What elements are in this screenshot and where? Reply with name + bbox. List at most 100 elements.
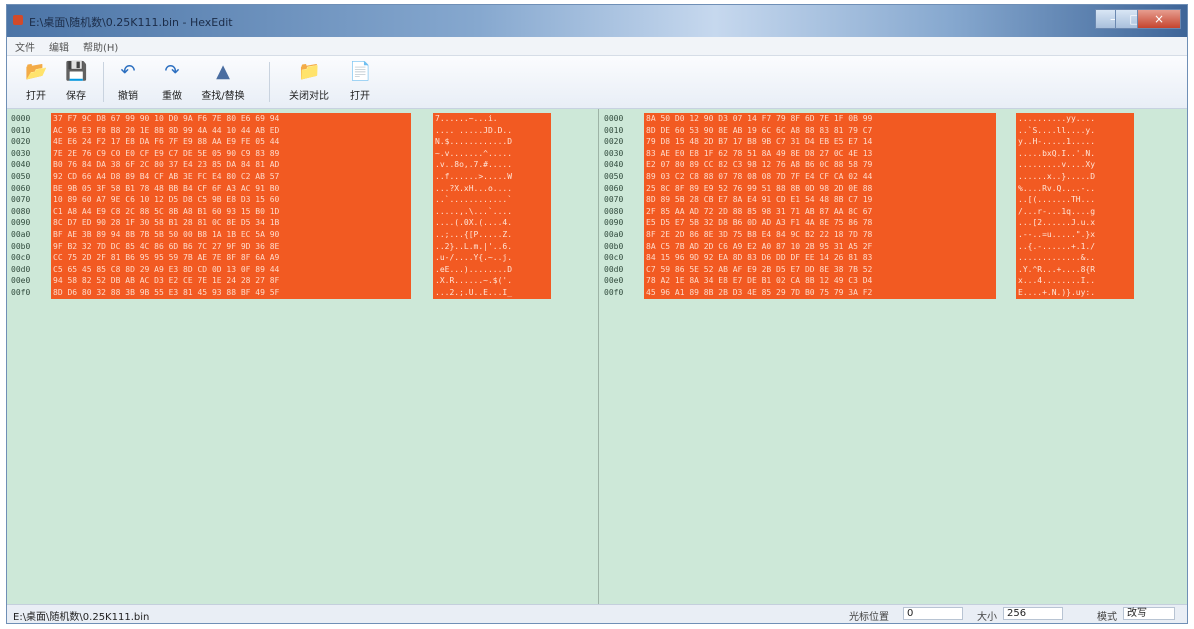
row-hex-bytes[interactable]: 79 D8 15 48 2D B7 17 B8 9B C7 31 D4 EB E… xyxy=(644,136,996,148)
row-address: 0060 xyxy=(11,183,31,193)
row-ascii[interactable]: ..f......>.....W xyxy=(433,170,551,183)
row-address: 00e0 xyxy=(11,276,31,286)
close-button[interactable]: × xyxy=(1137,9,1181,29)
toolbar-separator xyxy=(269,62,270,102)
row-hex-bytes[interactable]: 92 CD 66 A4 D8 89 B4 CF AB 3E FC E4 80 C… xyxy=(51,170,411,183)
close-compare-icon: 📁 xyxy=(298,61,321,82)
save-button[interactable]: 💾 保存 xyxy=(59,60,93,104)
row-hex-bytes[interactable]: AC 96 E3 F8 B8 20 1E 8B 8D 99 4A 44 10 4… xyxy=(51,124,411,137)
menu-help[interactable]: 帮助(H) xyxy=(83,39,118,54)
row-hex-bytes[interactable]: 37 F7 9C D8 67 99 90 10 D0 9A F6 7E 80 E… xyxy=(51,113,411,125)
row-hex-bytes[interactable]: 45 96 A1 89 8B 2B D3 4E 85 29 7D B0 75 7… xyxy=(644,286,996,299)
row-hex-bytes[interactable]: C5 65 45 85 C8 8D 29 A9 E3 8D CD 0D 13 0… xyxy=(51,263,411,276)
row-address: 0030 xyxy=(11,148,31,158)
row-ascii[interactable]: ...2.;.U..E...I_ xyxy=(433,286,551,299)
row-hex-bytes[interactable]: 8C D7 ED 90 28 1F 30 58 B1 28 81 0C 8E D… xyxy=(51,217,411,229)
row-ascii[interactable]: .u-/....Y{.~..j. xyxy=(433,252,551,264)
row-ascii[interactable]: ...?X.xH...o.... xyxy=(433,182,551,195)
open-compare-button[interactable]: 📄 打开 xyxy=(343,60,377,104)
row-ascii[interactable]: .............&.. xyxy=(1016,252,1134,264)
row-ascii[interactable]: ..`S....ll....y. xyxy=(1016,124,1134,137)
row-ascii[interactable]: ...[2......J.u.x xyxy=(1016,217,1134,229)
row-hex-bytes[interactable]: BF AE 3B 89 94 8B 7B 5B 50 00 B8 1A 1B E… xyxy=(51,228,411,241)
row-ascii[interactable]: .... .....JD.D.. xyxy=(433,124,551,137)
row-address: 0090 xyxy=(604,218,624,228)
row-ascii[interactable]: 7......~...i. xyxy=(433,113,551,125)
toolbar: 📂 打开 💾 保存 ↶ 撤销 ↷ 重做 ▲ 查找/替换 📁 关闭对比 📄 打开 xyxy=(7,56,1187,109)
menu-file[interactable]: 文件 xyxy=(15,39,35,54)
row-address: 00a0 xyxy=(604,229,624,239)
row-hex-bytes[interactable]: C7 59 86 5E 52 AB AF E9 2B D5 E7 DD 8E 3… xyxy=(644,263,996,276)
row-hex-bytes[interactable]: 89 03 C2 C8 88 07 78 08 08 7D 7F E4 CF C… xyxy=(644,170,996,183)
row-hex-bytes[interactable]: 8D D6 80 32 88 3B 9B 55 E3 81 45 93 88 B… xyxy=(51,286,411,299)
toolbar-separator xyxy=(103,62,104,102)
row-ascii[interactable]: .........v....Xy xyxy=(1016,159,1134,171)
row-ascii[interactable]: ..........yy.... xyxy=(1016,113,1134,125)
row-hex-bytes[interactable]: 94 58 82 52 DB AB AC D3 E2 CE 7E 1E 24 2… xyxy=(51,275,411,287)
row-ascii[interactable]: .v..8o,.7.#..... xyxy=(433,159,551,171)
row-hex-bytes[interactable]: 2F 85 AA AD 72 2D 88 85 98 31 71 AB 87 A… xyxy=(644,205,996,218)
row-hex-bytes[interactable]: 8D 89 5B 28 CB E7 8A E4 91 CD E1 54 48 8… xyxy=(644,194,996,206)
row-address: 0080 xyxy=(604,206,624,216)
row-ascii[interactable]: ....(.0X.(....4. xyxy=(433,217,551,229)
row-hex-bytes[interactable]: 25 8C 8F 89 E9 52 76 99 51 88 8B 0D 98 2… xyxy=(644,182,996,195)
row-ascii[interactable]: .....,.\...`.... xyxy=(433,205,551,218)
row-hex-bytes[interactable]: BE 9B 05 3F 58 B1 78 48 BB B4 CF 6F A3 A… xyxy=(51,182,411,195)
row-ascii[interactable]: E....+.N.)}.uy:. xyxy=(1016,286,1134,299)
title-bar[interactable]: E:\桌面\随机数\0.25K111.bin - HexEdit – □ × xyxy=(7,5,1187,37)
row-ascii[interactable]: .--..=u.....".}x xyxy=(1016,228,1134,241)
row-ascii[interactable]: ..[(.......TH... xyxy=(1016,194,1134,206)
row-address: 00b0 xyxy=(604,241,624,251)
row-ascii[interactable]: ..;...{[P.....Z. xyxy=(433,228,551,241)
undo-icon: ↶ xyxy=(120,61,136,82)
row-ascii[interactable]: .....bxQ.I..'.N. xyxy=(1016,147,1134,160)
row-ascii[interactable]: ......x..}.....D xyxy=(1016,170,1134,183)
row-ascii[interactable]: /...r-...1q....g xyxy=(1016,205,1134,218)
left-hex-pane[interactable]: 0000 37 F7 9C D8 67 99 90 10 D0 9A F6 7E … xyxy=(7,109,599,605)
row-ascii[interactable]: ..{.-......+.1./ xyxy=(1016,240,1134,253)
row-ascii[interactable]: %....Rv.Q....-.. xyxy=(1016,182,1134,195)
row-address: 0010 xyxy=(604,125,624,135)
row-hex-bytes[interactable]: E5 D5 E7 5B 32 D8 B6 0D AD A3 F1 4A 8E 7… xyxy=(644,217,996,229)
row-address: 0070 xyxy=(604,195,624,205)
undo-button[interactable]: ↶ 撤销 xyxy=(111,60,145,104)
row-hex-bytes[interactable]: 8F 2E 2D 86 8E 3D 75 B8 E4 84 9C B2 22 1… xyxy=(644,228,996,241)
save-icon: 💾 xyxy=(65,61,88,82)
row-hex-bytes[interactable]: 84 15 96 9D 92 EA 8D 83 D6 DD DF EE 14 2… xyxy=(644,252,996,264)
row-ascii[interactable]: .Y.^R...+....8{R xyxy=(1016,263,1134,276)
save-label: 保存 xyxy=(66,91,86,102)
row-ascii[interactable]: .eE...)........D xyxy=(433,263,551,276)
row-ascii[interactable]: ..2}..L.m.|'..6. xyxy=(433,240,551,253)
row-ascii[interactable]: .X.R......~.$('. xyxy=(433,275,551,287)
row-hex-bytes[interactable]: 4E E6 24 F2 17 E8 DA F6 7F E9 88 AA E9 F… xyxy=(51,136,411,148)
right-hex-pane[interactable]: 0000 8A 50 D0 12 90 D3 07 14 F7 79 8F 6D … xyxy=(600,109,1187,605)
row-ascii[interactable]: y..H-.....1..... xyxy=(1016,136,1134,148)
find-replace-icon: ▲ xyxy=(216,61,230,82)
row-ascii[interactable]: x...4........I.. xyxy=(1016,275,1134,287)
row-hex-bytes[interactable]: E2 07 80 89 CC 82 C3 98 12 76 A8 B6 0C 8… xyxy=(644,159,996,171)
row-hex-bytes[interactable]: 9F B2 32 7D DC 85 4C 86 6D B6 7C 27 9F 9… xyxy=(51,240,411,253)
row-hex-bytes[interactable]: 78 A2 1E 8A 34 E8 E7 DE B1 02 CA 8B 12 4… xyxy=(644,275,996,287)
row-hex-bytes[interactable]: CC 75 2D 2F 81 B6 95 95 59 7B AE 7E 8F 8… xyxy=(51,252,411,264)
menu-edit[interactable]: 编辑 xyxy=(49,39,69,54)
row-hex-bytes[interactable]: 8A 50 D0 12 90 D3 07 14 F7 79 8F 6D 7E 1… xyxy=(644,113,996,125)
row-address: 0010 xyxy=(11,125,31,135)
row-hex-bytes[interactable]: B0 76 84 DA 38 6F 2C 80 37 E4 23 85 DA 8… xyxy=(51,159,411,171)
row-address: 0050 xyxy=(604,171,624,181)
row-hex-bytes[interactable]: 8D DE 60 53 90 8E AB 19 6C 6C A8 88 83 8… xyxy=(644,124,996,137)
row-hex-bytes[interactable]: 8A C5 7B AD 2D C6 A9 E2 A0 87 10 2B 95 3… xyxy=(644,240,996,253)
find-replace-button[interactable]: ▲ 查找/替换 xyxy=(197,60,249,104)
close-compare-button[interactable]: 📁 关闭对比 xyxy=(283,60,335,104)
row-ascii[interactable]: ~.v.......^..... xyxy=(433,147,551,160)
row-hex-bytes[interactable]: 10 89 60 A7 9E C6 10 12 D5 D8 C5 9B E8 D… xyxy=(51,194,411,206)
row-ascii[interactable]: N.$............D xyxy=(433,136,551,148)
row-address: 0040 xyxy=(11,160,31,170)
row-ascii[interactable]: ..`............` xyxy=(433,194,551,206)
row-address: 0050 xyxy=(11,171,31,181)
row-address: 00d0 xyxy=(604,264,624,274)
row-hex-bytes[interactable]: C1 A8 A4 E9 C8 2C 88 5C 8B A8 B1 60 93 1… xyxy=(51,205,411,218)
row-hex-bytes[interactable]: 83 AE E0 E8 1F 62 78 51 8A 49 8E D8 27 0… xyxy=(644,147,996,160)
open-button[interactable]: 📂 打开 xyxy=(19,60,53,104)
redo-button[interactable]: ↷ 重做 xyxy=(155,60,189,104)
row-hex-bytes[interactable]: 7E 2E 76 C9 C0 E0 CF E9 C7 DE 5E 05 90 C… xyxy=(51,147,411,160)
